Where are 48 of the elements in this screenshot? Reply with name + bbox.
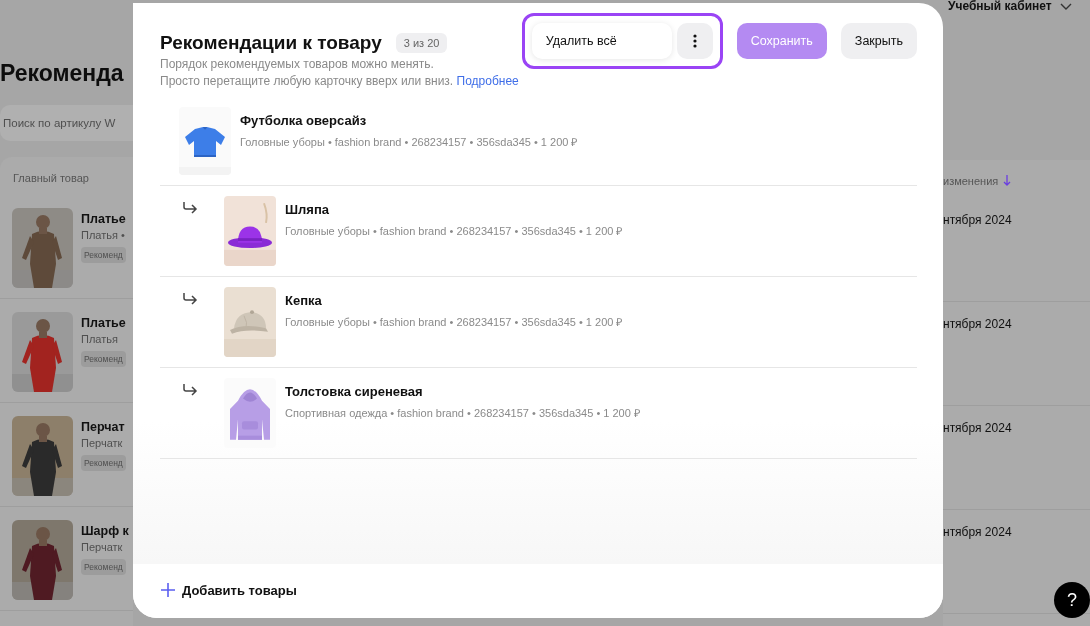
product-category: Платья	[81, 333, 119, 345]
date: нтября 2024	[943, 525, 1012, 539]
return-arrow-icon	[182, 292, 198, 306]
product-meta: Спортивная одежда • fashion brand • 268234157 • 356sda345 • 1 200 ₽	[285, 406, 640, 420]
product-category: Перчатк	[81, 541, 124, 553]
description: Порядок рекомендуемых товаров можно менять. Просто перетащите любую карточку вверх или вниз. Подробнее	[160, 56, 520, 90]
product-card[interactable]: Шляпа Головные уборы • fashion brand • 268234157 • 356sda345 • 1 200 ₽	[160, 186, 917, 277]
counter: 3 из 20	[395, 33, 448, 53]
more-link[interactable]: Подробнее	[456, 74, 519, 88]
column-header: изменения	[943, 175, 999, 187]
more-button[interactable]	[676, 23, 713, 59]
product-name: Футболка оверсайз	[240, 113, 368, 128]
product-name: Перчат	[81, 420, 126, 434]
product-card[interactable]: Толстовка сиреневая Спортивная одежда • fashion brand • 268234157 • 356sda345 • 1 200 ₽	[160, 368, 917, 459]
product-name: Толстовка сиреневая	[285, 384, 424, 399]
tag: Рекоменд	[81, 351, 126, 367]
add-products-button[interactable]: Добавить товары	[160, 582, 297, 598]
close-button[interactable]: Закрыть	[840, 23, 917, 59]
tag: Рекоменд	[81, 247, 126, 263]
product-meta: Головные уборы • fashion brand • 268234157 • 356sda345 • 1 200 ₽	[240, 135, 578, 149]
tag: Рекоменд	[81, 559, 126, 575]
product-name: Платье	[81, 316, 126, 330]
more-icon	[692, 34, 697, 48]
product-name: Платье	[81, 212, 126, 226]
date: нтября 2024	[943, 317, 1012, 331]
product-name: Кепка	[285, 293, 323, 308]
product-card[interactable]: Футболка оверсайз Головные уборы • fashion brand • 268234157 • 356sda345 • 1 200 ₽	[160, 107, 917, 186]
delete-all-button[interactable]: Удалить всё	[531, 23, 672, 59]
dialog-title: Рекомендации к товару	[160, 32, 382, 54]
product-meta: Головные уборы • fashion brand • 268234157 • 356sda345 • 1 200 ₽	[285, 315, 623, 329]
return-arrow-icon	[182, 383, 198, 397]
product-card[interactable]: Кепка Головные уборы • fashion brand • 268234157 • 356sda345 • 1 200 ₽	[160, 277, 917, 368]
product-category: Платья •	[81, 229, 126, 241]
product-category: Перчатк	[81, 437, 124, 449]
column-header: Главный товар	[12, 171, 90, 186]
page-title: Рекоменда	[0, 59, 125, 88]
date: нтября 2024	[943, 421, 1012, 435]
sort-arrow-icon[interactable]	[1003, 175, 1012, 186]
chevron-down-icon	[1059, 2, 1072, 10]
tag: Рекоменд	[81, 455, 126, 471]
date: нтября 2024	[943, 213, 1012, 227]
product-meta: Головные уборы • fashion brand • 268234157 • 356sda345 • 1 200 ₽	[285, 224, 623, 238]
search-field[interactable]: Поиск по артикулу W	[0, 105, 133, 141]
account-name[interactable]: Учебный кабинет	[948, 0, 1052, 12]
return-arrow-icon	[182, 201, 198, 215]
product-name: Шляпа	[285, 202, 330, 217]
plus-icon	[160, 582, 176, 598]
product-name: Шарф к	[81, 524, 129, 538]
